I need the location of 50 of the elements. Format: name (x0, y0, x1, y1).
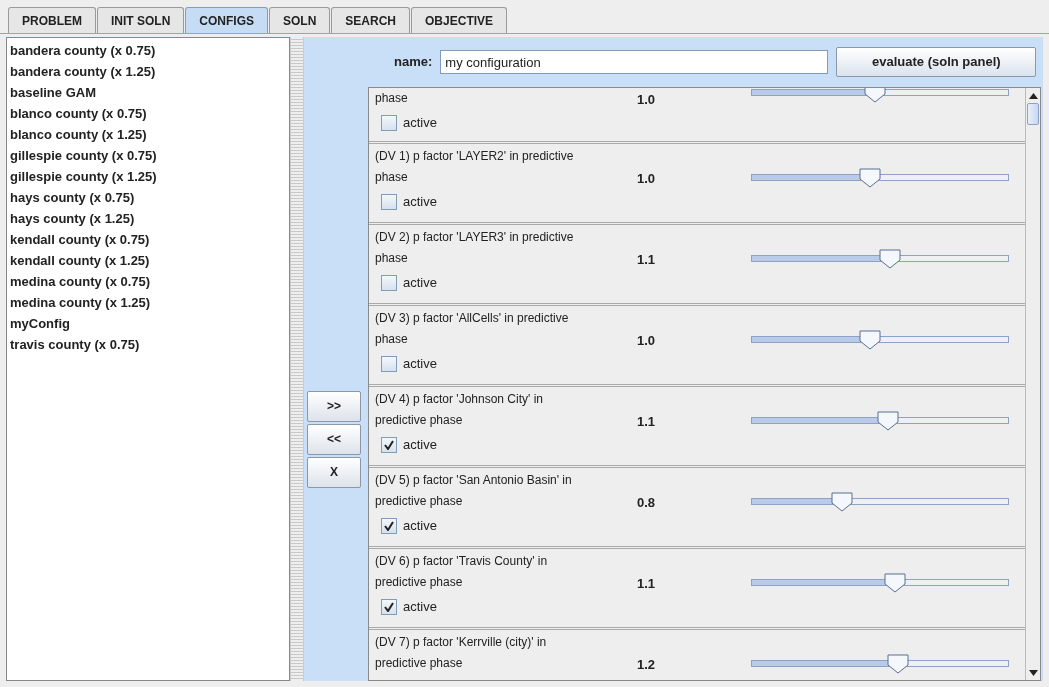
config-item[interactable]: blanco county (x 1.25) (10, 124, 289, 145)
config-item[interactable]: gillespie county (x 1.25) (10, 166, 289, 187)
transfer-button[interactable]: >> (307, 390, 361, 422)
factor-value: 0.8 (637, 495, 656, 510)
factor-description: (DV 5) p factor 'San Antonio Basin' in predictive phase (375, 472, 573, 510)
active-label: active (403, 436, 437, 455)
config-item[interactable]: blanco county (x 0.75) (10, 103, 289, 124)
factor-value: 1.1 (637, 414, 656, 429)
config-item[interactable]: kendall county (x 0.75) (10, 229, 289, 250)
tab[interactable]: PROBLEM (8, 7, 96, 33)
factor-value: 1.0 (637, 333, 656, 348)
active-label: active (403, 517, 437, 536)
config-item[interactable]: kendall county (x 1.25) (10, 250, 289, 271)
factor-value: 1.0 (637, 92, 656, 107)
config-item[interactable]: gillespie county (x 0.75) (10, 145, 289, 166)
config-item[interactable]: bandera county (x 0.75) (10, 40, 289, 61)
factor-description: (DV 7) p factor 'Kerrville (city)' in predictive phase (375, 634, 548, 672)
factor-description: phase (375, 90, 409, 107)
transfer-button[interactable]: << (307, 423, 361, 455)
tab[interactable]: SOLN (269, 7, 331, 33)
transfer-button[interactable]: X (307, 456, 361, 488)
factor-value: 1.1 (637, 576, 656, 591)
factor-description: (DV 3) p factor 'AllCells' in predictive phase (375, 310, 570, 348)
active-label: active (403, 274, 437, 293)
config-item[interactable]: travis county (x 0.75) (10, 334, 289, 355)
config-item[interactable]: myConfig (10, 313, 289, 334)
config-item[interactable]: medina county (x 0.75) (10, 271, 289, 292)
active-label: active (403, 193, 437, 212)
config-item[interactable]: medina county (x 1.25) (10, 292, 289, 313)
factor-value: 1.2 (637, 657, 656, 672)
tab[interactable]: OBJECTIVE (411, 7, 508, 33)
factor-description: (DV 6) p factor 'Travis County' in predictive phase (375, 553, 549, 591)
active-label: active (403, 598, 437, 617)
factor-value: 1.0 (637, 171, 656, 186)
config-item[interactable]: bandera county (x 1.25) (10, 61, 289, 82)
tab[interactable]: SEARCH (331, 7, 411, 33)
tab[interactable]: CONFIGS (185, 7, 268, 33)
factor-description: (DV 1) p factor 'LAYER2' in predictive phase (375, 148, 575, 186)
tab[interactable]: INIT SOLN (97, 7, 185, 33)
evaluate-button[interactable]: evaluate (soln panel) (836, 47, 1037, 77)
active-label: active (403, 114, 437, 133)
config-item[interactable]: hays county (x 0.75) (10, 187, 289, 208)
name-field[interactable]: my configuration (440, 50, 829, 74)
name-label: name: (394, 53, 433, 72)
factor-description: (DV 2) p factor 'LAYER3' in predictive phase (375, 229, 575, 267)
factor-description: (DV 4) p factor 'Johnson City' in predictive phase (375, 391, 544, 429)
config-item[interactable]: hays county (x 1.25) (10, 208, 289, 229)
active-label: active (403, 355, 437, 374)
config-item[interactable]: baseline GAM (10, 82, 289, 103)
factor-value: 1.1 (637, 252, 656, 267)
